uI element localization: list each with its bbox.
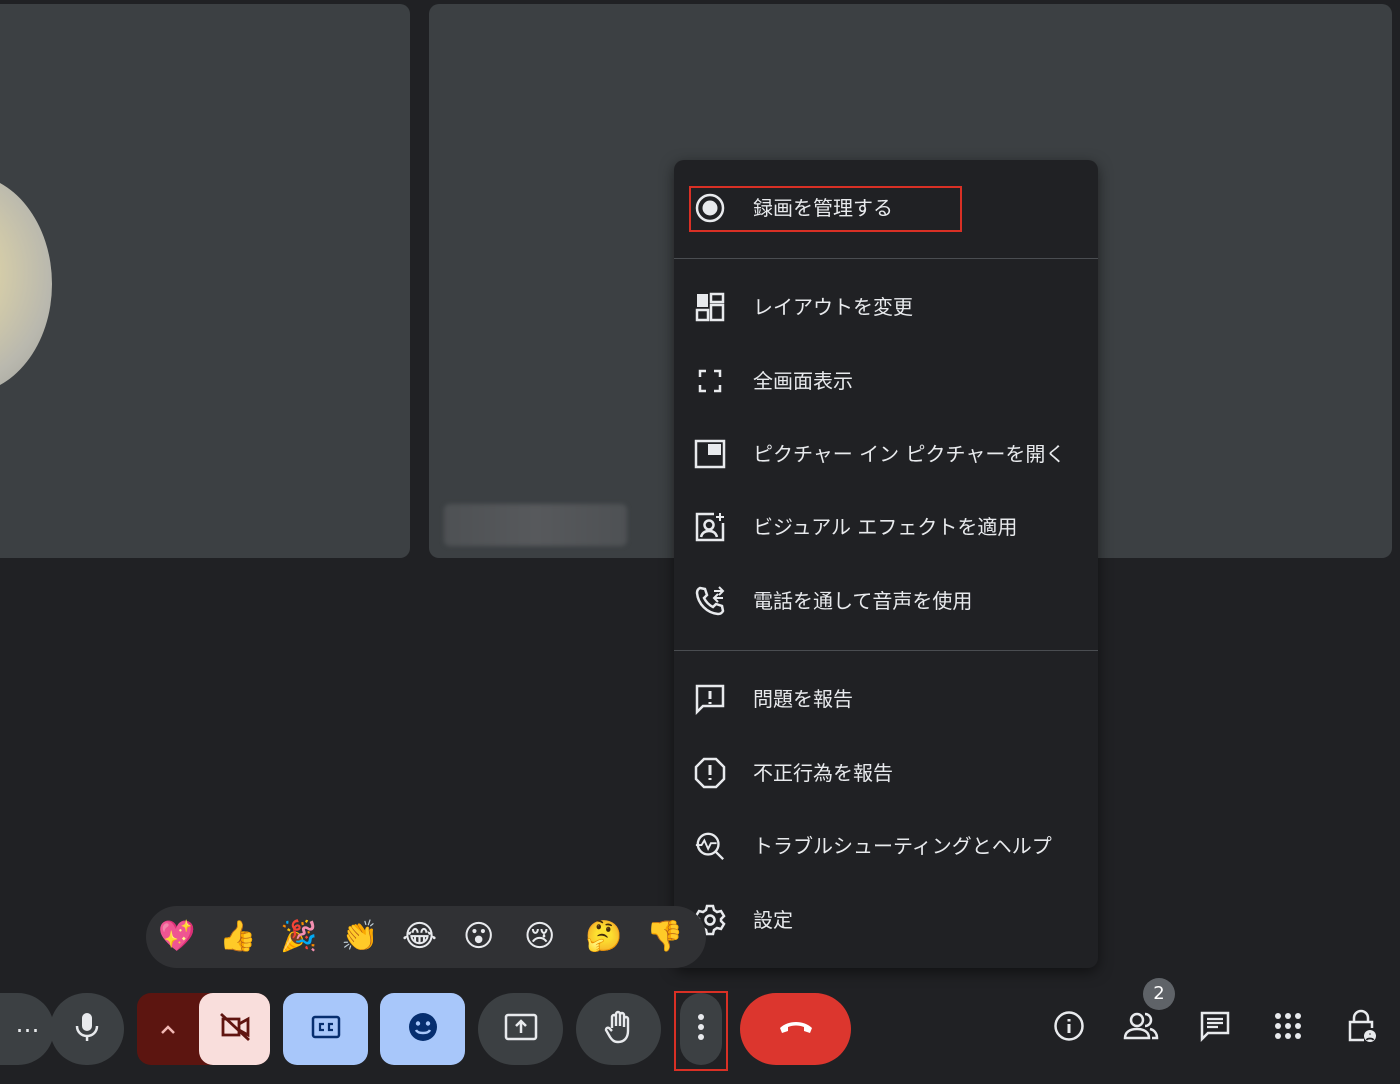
smiley-icon — [407, 1011, 439, 1047]
menu-divider — [674, 258, 1098, 259]
camera-off-icon — [217, 1011, 253, 1047]
layout-icon — [694, 292, 726, 322]
menu-item-visual-effects[interactable]: ビジュアル エフェクトを適用 — [674, 499, 1098, 555]
menu-item-report-abuse[interactable]: 不正行為を報告 — [674, 745, 1098, 801]
meeting-details-button[interactable] — [1049, 1008, 1089, 1048]
reaction-surprised[interactable]: 😮 — [463, 920, 494, 954]
raise-hand-button[interactable] — [576, 993, 661, 1065]
report-abuse-icon — [694, 757, 726, 789]
troubleshoot-icon — [694, 832, 726, 861]
menu-item-label: トラブルシューティングとヘルプ — [753, 834, 1052, 858]
fullscreen-icon — [694, 367, 726, 395]
menu-item-label: 不正行為を報告 — [753, 761, 893, 785]
visual-effects-icon — [694, 512, 726, 542]
menu-item-label: ピクチャー イン ピクチャーを開く — [753, 442, 1066, 466]
hang-up-icon — [778, 1019, 814, 1039]
more-options-menu: 録画を管理する レイアウトを変更 全画面表示 ピクチャー イン ピクチャーを開く… — [674, 160, 1098, 968]
hand-icon — [604, 1010, 634, 1048]
audio-settings-button[interactable]: … — [0, 993, 54, 1065]
camera-options-button[interactable] — [137, 993, 199, 1065]
phone-forward-icon — [694, 586, 726, 616]
apps-grid-icon — [1274, 1012, 1302, 1044]
camera-toggle-button[interactable] — [199, 993, 270, 1065]
participant-tile-left[interactable] — [0, 4, 410, 558]
reaction-crying[interactable]: 😢 — [524, 920, 555, 954]
participant-count-badge: 2 — [1143, 978, 1175, 1010]
menu-item-label: ビジュアル エフェクトを適用 — [753, 515, 1018, 539]
reaction-thumbs-down[interactable]: 👎 — [646, 920, 683, 954]
highlight-box-options — [674, 991, 728, 1071]
reaction-thumbs-up[interactable]: 👍 — [219, 920, 256, 954]
send-reaction-button[interactable] — [380, 993, 465, 1065]
menu-item-change-layout[interactable]: レイアウトを変更 — [674, 279, 1098, 335]
menu-item-settings[interactable]: 設定 — [674, 892, 1098, 948]
reaction-party-popper[interactable]: 🎉 — [280, 920, 317, 954]
reaction-sparkling-heart[interactable]: 💖 — [158, 920, 195, 954]
reaction-thinking[interactable]: 🤔 — [585, 920, 622, 954]
chevron-up-icon — [159, 1020, 177, 1039]
feedback-icon — [694, 684, 726, 715]
participant-name-blurred — [444, 504, 627, 546]
menu-item-label: 全画面表示 — [753, 369, 853, 393]
reaction-laughing[interactable]: 😂 — [402, 920, 437, 954]
activities-button[interactable] — [1268, 1008, 1308, 1048]
menu-item-phone-audio[interactable]: 電話を通して音声を使用 — [674, 573, 1098, 629]
reactions-bar: 💖 👍 🎉 👏 😂 😮 😢 🤔 👎 — [146, 906, 706, 968]
highlight-box-recording — [689, 186, 962, 232]
chat-icon — [1199, 1010, 1231, 1046]
microphone-icon — [73, 1011, 101, 1047]
camera-control-group — [137, 993, 270, 1065]
menu-item-report-problem[interactable]: 問題を報告 — [674, 671, 1098, 727]
chat-button[interactable] — [1195, 1008, 1235, 1048]
menu-item-label: 問題を報告 — [753, 687, 853, 711]
closed-captions-icon — [311, 1015, 341, 1043]
info-icon — [1053, 1010, 1085, 1046]
reaction-clapping[interactable]: 👏 — [341, 920, 378, 954]
menu-item-picture-in-picture[interactable]: ピクチャー イン ピクチャーを開く — [674, 426, 1098, 482]
menu-item-fullscreen[interactable]: 全画面表示 — [674, 353, 1098, 409]
menu-item-label: 設定 — [753, 908, 793, 932]
picture-in-picture-icon — [694, 439, 726, 469]
host-controls-button[interactable] — [1342, 1008, 1382, 1048]
present-screen-icon — [504, 1013, 538, 1045]
leave-call-button[interactable] — [740, 993, 851, 1065]
people-icon — [1122, 1011, 1160, 1045]
people-button[interactable] — [1121, 1008, 1161, 1048]
menu-item-troubleshooting[interactable]: トラブルシューティングとヘルプ — [674, 818, 1098, 874]
more-horizontal-icon: … — [15, 1010, 41, 1038]
participant-avatar — [0, 174, 52, 394]
present-screen-button[interactable] — [478, 993, 563, 1065]
captions-button[interactable] — [283, 993, 368, 1065]
menu-item-label: レイアウトを変更 — [753, 295, 913, 319]
lock-person-icon — [1346, 1009, 1378, 1047]
menu-divider — [674, 650, 1098, 651]
microphone-button[interactable] — [50, 993, 124, 1065]
menu-item-label: 電話を通して音声を使用 — [753, 589, 973, 613]
